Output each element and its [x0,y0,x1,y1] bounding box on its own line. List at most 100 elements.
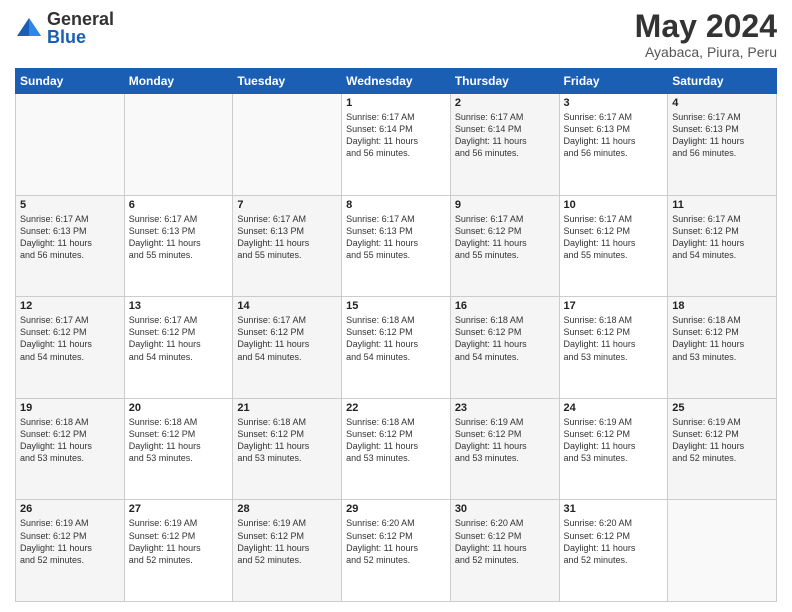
calendar-cell: 17Sunrise: 6:18 AMSunset: 6:12 PMDayligh… [559,297,668,399]
col-saturday: Saturday [668,69,777,94]
day-info: Sunrise: 6:19 AMSunset: 6:12 PMDaylight:… [237,517,337,566]
day-info: Sunrise: 6:17 AMSunset: 6:12 PMDaylight:… [237,314,337,363]
logo-text: General Blue [47,10,114,46]
day-info: Sunrise: 6:17 AMSunset: 6:13 PMDaylight:… [20,213,120,262]
day-info: Sunrise: 6:18 AMSunset: 6:12 PMDaylight:… [129,416,229,465]
calendar-week-2: 5 Sunrise: 6:17 AMSunset: 6:13 PMDaylight… [16,195,777,297]
day-info: Sunrise: 6:17 AMSunset: 6:14 PMDaylight:… [455,111,555,160]
calendar-cell: 16 Sunrise: 6:18 AMSunset: 6:12 PMDayligh… [450,297,559,399]
day-number: 30 [455,503,555,515]
calendar-cell: 12 Sunrise: 6:17 AMSunset: 6:12 PMDayligh… [16,297,125,399]
calendar-header-row: Sunday Monday Tuesday Wednesday Thursday… [16,69,777,94]
day-number: 25 [672,402,772,414]
col-tuesday: Tuesday [233,69,342,94]
day-number: 14 [237,300,337,312]
day-info: Sunrise: 6:17 AMSunset: 6:13 PMDaylight:… [564,111,664,160]
calendar-cell: 6Sunrise: 6:17 AMSunset: 6:13 PMDaylight… [124,195,233,297]
day-info: Sunrise: 6:20 AMSunset: 6:12 PMDaylight:… [346,517,446,566]
day-info: Sunrise: 6:19 AMSunset: 6:12 PMDaylight:… [20,517,120,566]
calendar-cell: 20Sunrise: 6:18 AMSunset: 6:12 PMDayligh… [124,398,233,500]
day-number: 29 [346,503,446,515]
day-number: 16 [455,300,555,312]
calendar-cell: 31Sunrise: 6:20 AMSunset: 6:12 PMDayligh… [559,500,668,602]
calendar-cell [233,94,342,196]
calendar-cell: 27Sunrise: 6:19 AMSunset: 6:12 PMDayligh… [124,500,233,602]
logo-blue-text: Blue [47,28,114,46]
logo-icon [15,14,43,42]
calendar-week-1: 1 Sunrise: 6:17 AMSunset: 6:14 PMDaylight… [16,94,777,196]
day-number: 4 [672,97,772,109]
calendar-cell: 26 Sunrise: 6:19 AMSunset: 6:12 PMDayligh… [16,500,125,602]
day-info: Sunrise: 6:18 AMSunset: 6:12 PMDaylight:… [455,314,555,363]
calendar-cell: 9 Sunrise: 6:17 AMSunset: 6:12 PMDaylight… [450,195,559,297]
day-info: Sunrise: 6:17 AMSunset: 6:14 PMDaylight:… [346,111,446,160]
calendar-cell: 13Sunrise: 6:17 AMSunset: 6:12 PMDayligh… [124,297,233,399]
col-thursday: Thursday [450,69,559,94]
day-number: 6 [129,199,229,211]
calendar-cell: 25 Sunrise: 6:19 AMSunset: 6:12 PMDayligh… [668,398,777,500]
day-info: Sunrise: 6:18 AMSunset: 6:12 PMDaylight:… [346,314,446,363]
day-number: 12 [20,300,120,312]
logo: General Blue [15,10,114,46]
header: General Blue May 2024 Ayabaca, Piura, Pe… [15,10,777,60]
page: General Blue May 2024 Ayabaca, Piura, Pe… [0,0,792,612]
day-number: 21 [237,402,337,414]
day-info: Sunrise: 6:17 AMSunset: 6:13 PMDaylight:… [346,213,446,262]
day-info: Sunrise: 6:19 AMSunset: 6:12 PMDaylight:… [672,416,772,465]
day-number: 28 [237,503,337,515]
day-info: Sunrise: 6:18 AMSunset: 6:12 PMDaylight:… [346,416,446,465]
day-info: Sunrise: 6:18 AMSunset: 6:12 PMDaylight:… [672,314,772,363]
calendar: Sunday Monday Tuesday Wednesday Thursday… [15,68,777,602]
day-info: Sunrise: 6:19 AMSunset: 6:12 PMDaylight:… [455,416,555,465]
day-info: Sunrise: 6:17 AMSunset: 6:12 PMDaylight:… [455,213,555,262]
calendar-week-5: 26 Sunrise: 6:19 AMSunset: 6:12 PMDayligh… [16,500,777,602]
calendar-cell: 2 Sunrise: 6:17 AMSunset: 6:14 PMDaylight… [450,94,559,196]
calendar-cell: 22 Sunrise: 6:18 AMSunset: 6:12 PMDayligh… [342,398,451,500]
day-number: 10 [564,199,664,211]
calendar-cell: 19Sunrise: 6:18 AMSunset: 6:12 PMDayligh… [16,398,125,500]
calendar-cell [16,94,125,196]
logo-general-text: General [47,10,114,28]
calendar-cell: 30 Sunrise: 6:20 AMSunset: 6:12 PMDayligh… [450,500,559,602]
day-number: 5 [20,199,120,211]
day-number: 23 [455,402,555,414]
calendar-cell: 5 Sunrise: 6:17 AMSunset: 6:13 PMDaylight… [16,195,125,297]
calendar-cell: 7Sunrise: 6:17 AMSunset: 6:13 PMDaylight… [233,195,342,297]
col-friday: Friday [559,69,668,94]
day-info: Sunrise: 6:20 AMSunset: 6:12 PMDaylight:… [564,517,664,566]
calendar-cell: 24 Sunrise: 6:19 AMSunset: 6:12 PMDayligh… [559,398,668,500]
day-info: Sunrise: 6:17 AMSunset: 6:13 PMDaylight:… [672,111,772,160]
day-number: 24 [564,402,664,414]
col-monday: Monday [124,69,233,94]
day-info: Sunrise: 6:17 AMSunset: 6:12 PMDaylight:… [20,314,120,363]
day-number: 27 [129,503,229,515]
day-number: 9 [455,199,555,211]
day-number: 1 [346,97,446,109]
day-info: Sunrise: 6:17 AMSunset: 6:12 PMDaylight:… [672,213,772,262]
day-number: 2 [455,97,555,109]
location: Ayabaca, Piura, Peru [635,44,777,60]
calendar-cell: 15 Sunrise: 6:18 AMSunset: 6:12 PMDayligh… [342,297,451,399]
day-number: 8 [346,199,446,211]
col-sunday: Sunday [16,69,125,94]
day-number: 22 [346,402,446,414]
day-number: 26 [20,503,120,515]
calendar-cell: 18 Sunrise: 6:18 AMSunset: 6:12 PMDayligh… [668,297,777,399]
day-number: 11 [672,199,772,211]
calendar-cell: 8 Sunrise: 6:17 AMSunset: 6:13 PMDaylight… [342,195,451,297]
day-info: Sunrise: 6:20 AMSunset: 6:12 PMDaylight:… [455,517,555,566]
month-title: May 2024 [635,10,777,42]
title-section: May 2024 Ayabaca, Piura, Peru [635,10,777,60]
day-number: 19 [20,402,120,414]
calendar-cell [124,94,233,196]
calendar-cell: 3 Sunrise: 6:17 AMSunset: 6:13 PMDaylight… [559,94,668,196]
calendar-cell [668,500,777,602]
calendar-cell: 1 Sunrise: 6:17 AMSunset: 6:14 PMDaylight… [342,94,451,196]
calendar-week-4: 19 Sunrise: 6:18 AMSunset: 6:12 PMDayligh… [16,398,777,500]
day-info: Sunrise: 6:19 AMSunset: 6:12 PMDaylight:… [564,416,664,465]
day-number: 18 [672,300,772,312]
day-number: 15 [346,300,446,312]
day-number: 3 [564,97,664,109]
day-number: 17 [564,300,664,312]
col-wednesday: Wednesday [342,69,451,94]
